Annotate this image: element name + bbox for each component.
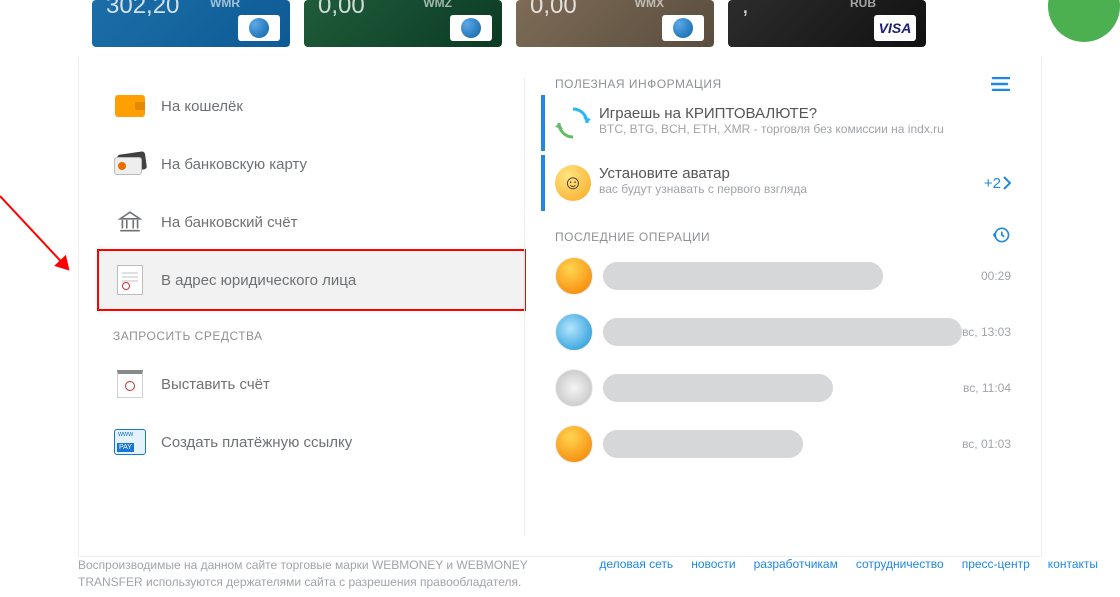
menu-to-wallet[interactable]: На кошелёк	[99, 77, 524, 135]
useful-info-header: ПОЛЕЗНАЯ ИНФОРМАЦИЯ	[555, 77, 722, 91]
invoice-icon	[113, 369, 147, 399]
info-set-avatar[interactable]: ☺ Установите аватар вас будут узнавать с…	[541, 155, 1011, 211]
footer-disclaimer: Воспроизводимые на данном сайте торговые…	[78, 557, 538, 591]
op-time: вс, 13:03	[962, 325, 1011, 339]
op-avatar-icon	[555, 313, 593, 351]
history-icon[interactable]	[991, 225, 1011, 248]
wallet-card-rub[interactable]: , RUB VISA	[728, 0, 926, 47]
visa-badge-icon: VISA	[874, 15, 916, 41]
wallet-card-wmr[interactable]: 302,20 WMR	[92, 0, 290, 47]
op-row[interactable]: 00:29	[555, 248, 1011, 304]
op-avatar-icon	[555, 257, 593, 295]
smiley-icon: ☺	[555, 165, 591, 201]
balance-value: 0,00	[318, 0, 365, 20]
redacted-content	[603, 374, 833, 402]
redacted-content	[603, 318, 962, 346]
currency-label: WMX	[635, 0, 664, 10]
wm-badge-icon	[662, 15, 704, 41]
menu-label: На кошелёк	[161, 98, 243, 115]
op-row[interactable]: вс, 01:03	[555, 416, 1011, 472]
bank-icon	[113, 207, 147, 237]
op-avatar-icon	[555, 425, 593, 463]
currency-label: WMZ	[423, 0, 452, 10]
info-title: Играешь на КРИПТОВАЛЮТЕ?	[599, 105, 944, 122]
balance-value: 302,20	[106, 0, 179, 20]
footer-link-devs[interactable]: разработчикам	[754, 557, 838, 591]
wallet-icon	[113, 91, 147, 121]
op-row[interactable]: вс, 11:04	[555, 360, 1011, 416]
footer-link-partner[interactable]: сотрудничество	[856, 557, 944, 591]
crypto-exchange-icon	[555, 105, 591, 141]
menu-label: В адрес юридического лица	[161, 272, 356, 289]
menu-create-paylink[interactable]: Создать платёжную ссылку	[99, 413, 524, 471]
recent-ops-header: ПОСЛЕДНИЕ ОПЕРАЦИИ	[555, 230, 710, 244]
menu-to-legal-entity[interactable]: В адрес юридического лица	[99, 251, 524, 309]
balance-value: ,	[742, 0, 749, 20]
info-subtitle: вас будут узнавать с первого взгляда	[599, 182, 807, 196]
footer-link-contacts[interactable]: контакты	[1048, 557, 1098, 591]
card-icon	[113, 149, 147, 179]
wm-badge-icon	[450, 15, 492, 41]
menu-label: На банковскую карту	[161, 156, 307, 173]
menu-to-bank-account[interactable]: На банковский счёт	[99, 193, 524, 251]
chevron-right-icon	[1003, 176, 1011, 190]
info-subtitle: BTC, BTG, BCH, ETH, XMR - торговля без к…	[599, 122, 944, 136]
menu-label: Выставить счёт	[161, 376, 270, 393]
request-funds-header: ЗАПРОСИТЬ СРЕДСТВА	[113, 329, 524, 343]
footer-link-news[interactable]: новости	[691, 557, 735, 591]
op-avatar-icon	[555, 369, 593, 407]
document-icon	[113, 265, 147, 295]
redacted-content	[603, 430, 803, 458]
balance-value: 0,00	[530, 0, 577, 20]
info-bonus-count: +2	[984, 165, 1011, 201]
footer-link-biznet[interactable]: деловая сеть	[599, 557, 673, 591]
redacted-content	[603, 262, 883, 290]
menu-toggle-icon[interactable]	[991, 77, 1011, 91]
wallet-card-wmz[interactable]: 0,00 WMZ	[304, 0, 502, 47]
menu-to-bank-card[interactable]: На банковскую карту	[99, 135, 524, 193]
currency-label: WMR	[210, 0, 240, 10]
info-title: Установите аватар	[599, 165, 807, 182]
footer-link-press[interactable]: пресс-центр	[962, 557, 1030, 591]
info-crypto[interactable]: Играешь на КРИПТОВАЛЮТЕ? BTC, BTG, BCH, …	[541, 95, 1011, 151]
op-time: вс, 11:04	[963, 381, 1011, 395]
menu-issue-invoice[interactable]: Выставить счёт	[99, 355, 524, 413]
op-time: 00:29	[981, 269, 1011, 283]
currency-label: RUB	[850, 0, 876, 10]
paylink-icon	[113, 427, 147, 457]
op-time: вс, 01:03	[962, 437, 1011, 451]
wallet-card-wmx[interactable]: 0,00 WMX	[516, 0, 714, 47]
menu-label: На банковский счёт	[161, 214, 297, 231]
wm-badge-icon	[238, 15, 280, 41]
menu-label: Создать платёжную ссылку	[161, 434, 352, 451]
op-row[interactable]: вс, 13:03	[555, 304, 1011, 360]
